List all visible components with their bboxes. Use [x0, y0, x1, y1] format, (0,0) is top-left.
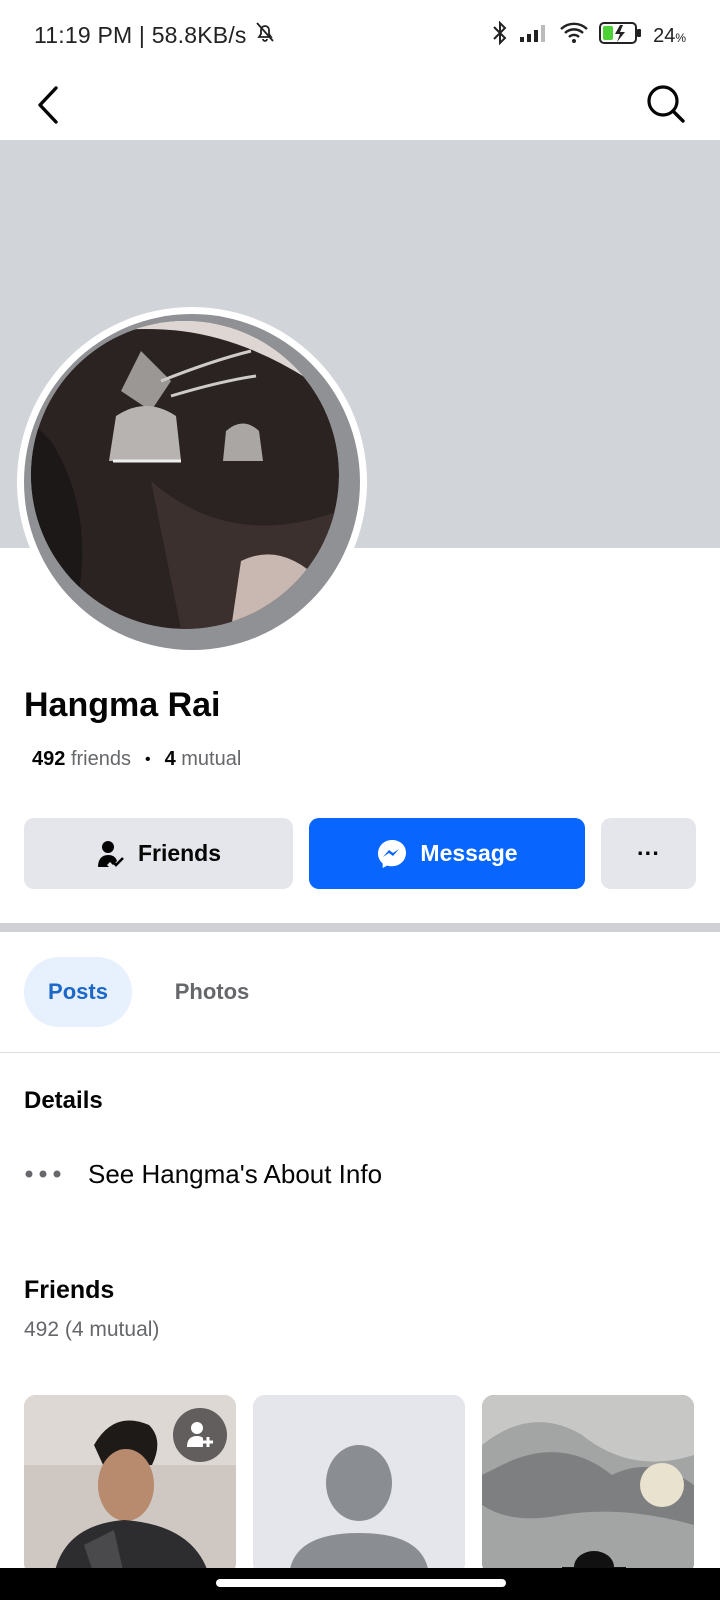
messenger-icon: [378, 839, 407, 868]
battery-charging-icon: [599, 21, 643, 51]
details-heading: Details: [24, 1087, 103, 1114]
profile-name: Hangma Rai: [24, 686, 221, 724]
status-time-speed: 11:19 PM | 58.8KB/s: [34, 21, 247, 48]
bluetooth-icon: [491, 20, 509, 52]
friend-card[interactable]: [253, 1395, 465, 1575]
friends-subtitle: 492 (4 mutual): [24, 1318, 160, 1341]
more-dots-icon: ···: [637, 840, 660, 866]
friend-card[interactable]: [482, 1395, 694, 1575]
add-friend-icon: [187, 1422, 213, 1447]
top-nav: [0, 68, 720, 140]
tab-posts[interactable]: Posts: [24, 957, 132, 1027]
search-button[interactable]: [642, 78, 690, 128]
friends-button-label: Friends: [137, 840, 222, 866]
search-icon: [647, 85, 685, 123]
battery-percent: 24%: [653, 24, 686, 47]
status-bar: 11:19 PM | 58.8KB/s 24%: [0, 0, 720, 68]
more-horizontal-icon: [25, 1170, 61, 1178]
friends-button[interactable]: Friends: [24, 818, 293, 889]
tab-photos[interactable]: Photos: [152, 957, 272, 1027]
default-avatar-icon: [253, 1395, 465, 1575]
mutual-count: 4: [164, 748, 176, 770]
wifi-icon: [559, 21, 589, 51]
home-indicator[interactable]: [216, 1579, 506, 1587]
mute-bell-icon: [253, 20, 277, 50]
mutual-word: mutual: [181, 748, 242, 770]
signal-icon: [519, 22, 549, 50]
status-right: 24%: [491, 20, 686, 52]
friends-heading[interactable]: Friends: [24, 1276, 114, 1305]
friends-word: friends: [70, 748, 131, 770]
status-left: 11:19 PM | 58.8KB/s: [34, 20, 277, 50]
add-friend-button[interactable]: [173, 1408, 227, 1462]
friend-counts: 492 friends • 4 mutual: [32, 748, 241, 771]
about-info-label: See Hangma's About Info: [88, 1158, 383, 1189]
tabs-divider: [0, 1052, 720, 1053]
about-info-link[interactable]: See Hangma's About Info: [24, 1154, 382, 1194]
section-divider: [0, 923, 720, 932]
more-options-button[interactable]: ···: [601, 818, 696, 889]
friends-check-icon: [97, 840, 124, 867]
message-button[interactable]: Message: [309, 818, 585, 889]
back-button[interactable]: [28, 78, 72, 128]
friends-count: 492: [32, 748, 66, 770]
separator-dot: •: [144, 750, 151, 768]
profile-picture[interactable]: [17, 307, 367, 657]
system-nav-bar: [0, 1568, 720, 1600]
avatar-photo: [31, 321, 339, 629]
friend-card[interactable]: [24, 1395, 236, 1575]
message-button-label: Message: [420, 840, 518, 866]
chevron-left-icon: [38, 86, 58, 124]
